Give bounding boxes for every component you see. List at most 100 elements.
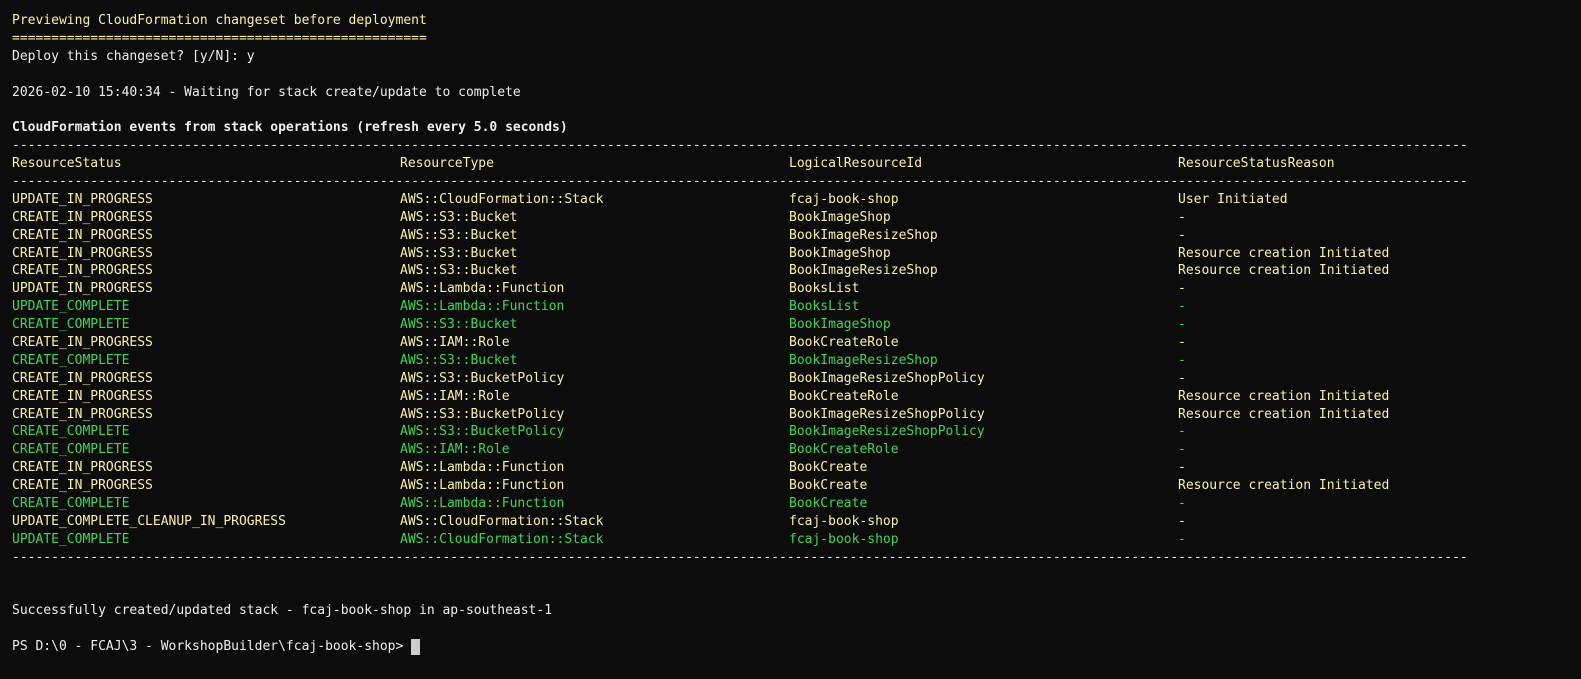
success-message: Successfully created/updated stack - fca…	[12, 603, 553, 619]
waiting-message: 2026-02-10 15:40:34 - Waiting for stack …	[12, 84, 521, 100]
cell-resource-status-reason: Resource creation Initiated	[1178, 388, 1390, 404]
table-row: UPDATE_COMPLETE_CLEANUP_IN_PROGRESS AWS::…	[12, 513, 1581, 531]
cell-resource-status-reason: -	[1178, 299, 1186, 315]
table-row: CREATE_IN_PROGRESS AWS::S3::Bucket BookIma…	[12, 209, 1581, 227]
table-row: CREATE_IN_PROGRESS AWS::Lambda::Function B…	[12, 459, 1581, 477]
cell-resource-status: CREATE_COMPLETE	[12, 496, 130, 512]
cell-resource-status-reason: -	[1178, 531, 1186, 547]
cell-resource-status: CREATE_IN_PROGRESS	[12, 460, 153, 476]
table-rule-header: ----------------------------------------…	[12, 174, 1468, 190]
cell-resource-status: CREATE_COMPLETE	[12, 317, 130, 333]
cell-resource-type: AWS::S3::Bucket	[400, 227, 518, 243]
cell-logical-resource-id: BookImageResizeShop	[789, 227, 938, 243]
cell-resource-type: AWS::Lambda::Function	[400, 460, 565, 476]
cell-logical-resource-id: BookImageShop	[789, 317, 891, 333]
table-row: UPDATE_COMPLETE AWS::Lambda::Function Book…	[12, 298, 1581, 316]
table-body: UPDATE_IN_PROGRESSAWS::CloudFormation::S…	[12, 191, 1581, 549]
cell-resource-status-reason: -	[1178, 513, 1186, 529]
cell-resource-status: UPDATE_COMPLETE_CLEANUP_IN_PROGRESS	[12, 513, 286, 529]
table-rule-bottom: ----------------------------------------…	[12, 549, 1468, 565]
cell-logical-resource-id: BookCreateRole	[789, 388, 899, 404]
cell-logical-resource-id: fcaj-book-shop	[789, 531, 899, 547]
cell-resource-status-reason: -	[1178, 352, 1186, 368]
cell-resource-type: AWS::CloudFormation::Stack	[400, 531, 604, 547]
cell-logical-resource-id: BookImageResizeShopPolicy	[789, 424, 985, 440]
table-row: CREATE_IN_PROGRESS AWS::Lambda::Function B…	[12, 477, 1581, 495]
cell-resource-type: AWS::S3::Bucket	[400, 317, 518, 333]
cell-resource-status: CREATE_IN_PROGRESS	[12, 227, 153, 243]
cell-resource-status-reason: Resource creation Initiated	[1178, 245, 1390, 261]
cell-resource-type: AWS::S3::BucketPolicy	[400, 406, 565, 422]
cell-resource-type: AWS::CloudFormation::Stack	[400, 191, 604, 207]
cell-resource-type: AWS::S3::BucketPolicy	[400, 370, 565, 386]
cell-resource-type: AWS::S3::Bucket	[400, 245, 518, 261]
cell-resource-status-reason: -	[1178, 460, 1186, 476]
table-row: UPDATE_COMPLETE AWS::CloudFormation::Stac…	[12, 531, 1581, 549]
cell-logical-resource-id: BooksList	[789, 281, 860, 297]
cell-resource-status: CREATE_IN_PROGRESS	[12, 478, 153, 494]
table-row: CREATE_IN_PROGRESS AWS::S3::BucketPolicy B…	[12, 406, 1581, 424]
header-resource-type: ResourceType	[400, 156, 494, 172]
cell-resource-status-reason: -	[1178, 496, 1186, 512]
cell-resource-status: UPDATE_COMPLETE	[12, 299, 130, 315]
cell-resource-status: CREATE_IN_PROGRESS	[12, 406, 153, 422]
cell-resource-type: AWS::Lambda::Function	[400, 496, 565, 512]
cell-logical-resource-id: BookImageShop	[789, 245, 891, 261]
cell-resource-status-reason: -	[1178, 317, 1186, 333]
cell-resource-status-reason: -	[1178, 442, 1186, 458]
cell-resource-type: AWS::S3::Bucket	[400, 209, 518, 225]
cell-logical-resource-id: BookCreate	[789, 496, 868, 512]
cell-resource-type: AWS::S3::Bucket	[400, 263, 518, 279]
table-row: CREATE_COMPLETE AWS::IAM::Role BookCreateR…	[12, 441, 1581, 459]
table-row: CREATE_COMPLETE AWS::Lambda::Function Book…	[12, 495, 1581, 513]
cell-logical-resource-id: fcaj-book-shop	[789, 191, 899, 207]
cell-resource-type: AWS::Lambda::Function	[400, 281, 565, 297]
cell-resource-status: CREATE_IN_PROGRESS	[12, 263, 153, 279]
cell-resource-status: CREATE_IN_PROGRESS	[12, 335, 153, 351]
preview-title: Previewing CloudFormation changeset befo…	[12, 13, 427, 28]
table-row: CREATE_IN_PROGRESS AWS::S3::Bucket BookIma…	[12, 262, 1581, 280]
table-row: CREATE_COMPLETE AWS::S3::Bucket BookImageR…	[12, 352, 1581, 370]
table-row: CREATE_IN_PROGRESS AWS::S3::Bucket BookIma…	[12, 245, 1581, 263]
table-row: CREATE_COMPLETE AWS::S3::Bucket BookImageS…	[12, 316, 1581, 334]
cell-resource-type: AWS::IAM::Role	[400, 335, 510, 351]
deploy-prompt: Deploy this changeset? [y/N]: y	[12, 48, 255, 64]
cell-resource-type: AWS::Lambda::Function	[400, 478, 565, 494]
cell-logical-resource-id: BookImageShop	[789, 209, 891, 225]
cell-resource-type: AWS::IAM::Role	[400, 442, 510, 458]
cell-resource-status: CREATE_COMPLETE	[12, 442, 130, 458]
cell-resource-status-reason: -	[1178, 227, 1186, 243]
cell-resource-type: AWS::CloudFormation::Stack	[400, 513, 604, 529]
cell-resource-type: AWS::IAM::Role	[400, 388, 510, 404]
cell-resource-status: CREATE_IN_PROGRESS	[12, 209, 153, 225]
shell-prompt: PS D:\0 - FCAJ\3 - WorkshopBuilder\fcaj-…	[12, 639, 412, 655]
cell-logical-resource-id: BookImageResizeShopPolicy	[789, 406, 985, 422]
cell-resource-status-reason: Resource creation Initiated	[1178, 406, 1390, 422]
cell-logical-resource-id: BookCreateRole	[789, 442, 899, 458]
cell-resource-status: UPDATE_IN_PROGRESS	[12, 191, 153, 207]
command-prompt-line[interactable]: PS D:\0 - FCAJ\3 - WorkshopBuilder\fcaj-…	[12, 638, 1581, 656]
cell-logical-resource-id: BookCreate	[789, 460, 868, 476]
header-resource-status: ResourceStatus	[12, 156, 122, 172]
cell-logical-resource-id: fcaj-book-shop	[789, 513, 899, 529]
cell-logical-resource-id: BooksList	[789, 299, 860, 315]
table-header-row: ResourceStatus ResourceType LogicalResou…	[12, 155, 1581, 173]
cell-resource-status: CREATE_IN_PROGRESS	[12, 388, 153, 404]
cell-resource-status: CREATE_IN_PROGRESS	[12, 245, 153, 261]
cell-logical-resource-id: BookCreate	[789, 478, 868, 494]
cell-logical-resource-id: BookImageResizeShop	[789, 263, 938, 279]
cell-resource-status: UPDATE_COMPLETE	[12, 531, 130, 547]
cell-resource-status-reason: User Initiated	[1178, 191, 1288, 207]
cell-resource-status-reason: -	[1178, 424, 1186, 440]
cell-resource-status-reason: -	[1178, 281, 1186, 297]
cell-logical-resource-id: BookCreateRole	[789, 335, 899, 351]
cell-resource-status: UPDATE_IN_PROGRESS	[12, 281, 153, 297]
cell-resource-status-reason: -	[1178, 335, 1186, 351]
title-underline: ========================================…	[12, 30, 427, 46]
terminal-window[interactable]: Previewing CloudFormation changeset befo…	[0, 0, 1581, 679]
header-logical-resource-id: LogicalResourceId	[789, 156, 923, 172]
